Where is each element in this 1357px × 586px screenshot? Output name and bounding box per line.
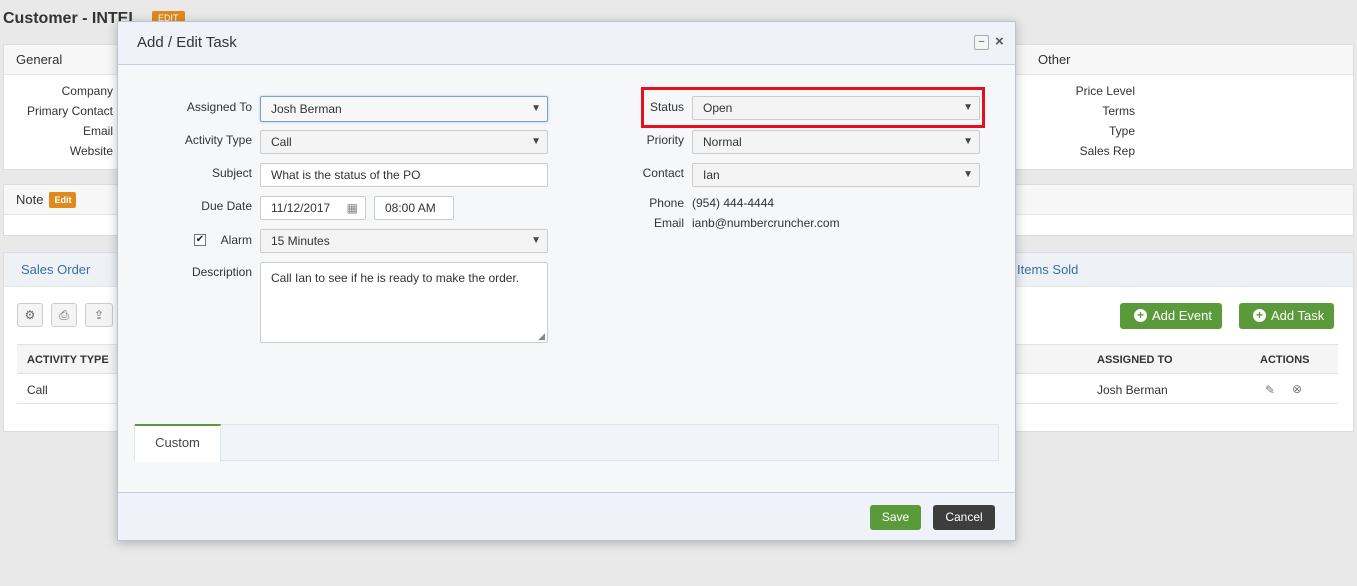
chevron-down-icon: ▼ <box>963 169 973 180</box>
description-value: Call Ian to see if he is ready to make t… <box>271 271 520 285</box>
resize-handle-icon[interactable]: ◢ <box>538 331 545 342</box>
primary-contact-label: Primary Contact <box>26 104 113 118</box>
general-labels: Company Primary Contact Email Website <box>3 81 113 161</box>
email-label: Email <box>82 124 113 138</box>
row-divider <box>1015 403 1338 404</box>
price-level-label: Price Level <box>1075 84 1135 98</box>
cancel-button[interactable]: Cancel <box>933 505 995 530</box>
save-button[interactable]: Save <box>870 505 921 530</box>
terms-label: Terms <box>1102 104 1135 118</box>
tab-sales-order[interactable]: Sales Order <box>4 253 117 287</box>
plus-circle-icon: + <box>1134 309 1147 322</box>
col-activity-type[interactable]: ACTIVITY TYPE <box>27 354 109 366</box>
chevron-down-icon: ▼ <box>531 103 541 114</box>
due-date-input[interactable]: 11/12/2017 ▦ <box>260 196 366 220</box>
modal-body: Assigned To Josh Berman ▼ Activity Type … <box>118 65 1015 492</box>
close-icon[interactable]: × <box>995 33 1004 50</box>
col-actions[interactable]: ACTIONS <box>1260 345 1310 375</box>
activity-type-label: Activity Type <box>184 133 252 147</box>
alarm-select[interactable]: 15 Minutes ▼ <box>260 229 548 253</box>
due-time-value: 08:00 AM <box>385 201 436 215</box>
description-textarea[interactable]: Call Ian to see if he is ready to make t… <box>260 262 548 343</box>
due-date-value: 11/12/2017 <box>271 201 331 215</box>
modal-header: Add / Edit Task – × <box>118 22 1015 65</box>
edit-icon[interactable]: ✎ <box>1265 383 1275 397</box>
phone-value: (954) 444-4444 <box>692 196 775 210</box>
alarm-checkbox[interactable]: ✔ <box>194 234 206 246</box>
email-value: ianb@numbercruncher.com <box>692 216 840 230</box>
status-highlight-box <box>641 87 985 128</box>
subject-value: What is the status of the PO <box>271 168 421 182</box>
minimize-button[interactable]: – <box>974 35 989 50</box>
add-edit-task-modal: Add / Edit Task – × Assigned To Josh Ber… <box>117 21 1016 541</box>
plus-circle-icon: + <box>1253 309 1266 322</box>
add-task-button[interactable]: + Add Task <box>1239 303 1335 329</box>
sales-rep-label: Sales Rep <box>1079 144 1135 158</box>
alarm-label: Alarm <box>220 233 252 247</box>
priority-label: Priority <box>646 133 684 147</box>
general-heading: General <box>4 45 117 75</box>
export-button[interactable]: ⇪ <box>85 303 113 327</box>
contact-label: Contact <box>642 166 684 180</box>
chevron-down-icon: ▼ <box>963 136 973 147</box>
row-activity-type: Call <box>27 383 48 397</box>
calendar-icon[interactable]: ▦ <box>347 197 358 219</box>
other-labels: Price Level Terms Type Sales Rep <box>1030 81 1135 161</box>
chevron-down-icon: ▼ <box>531 136 541 147</box>
note-heading-label: Note <box>16 192 44 207</box>
alarm-value: 15 Minutes <box>271 234 330 248</box>
note-heading: Note Edit <box>4 185 117 215</box>
tab-items-sold[interactable]: Items Sold <box>1016 253 1353 287</box>
assigned-to-label: Assigned To <box>186 100 252 114</box>
activity-panel-left: Sales Order <box>3 252 118 432</box>
row-divider-left <box>17 403 118 404</box>
delete-icon[interactable]: ⊗ <box>1292 382 1302 396</box>
table-header-left: ACTIVITY TYPE <box>17 344 118 374</box>
print-button[interactable]: ⎙ <box>51 303 77 327</box>
priority-select[interactable]: Normal ▼ <box>692 130 980 154</box>
assigned-to-select[interactable]: Josh Berman ▼ <box>260 96 548 122</box>
contact-select[interactable]: Ian ▼ <box>692 163 980 187</box>
table-header-right: ASSIGNED TO ACTIONS <box>1015 344 1338 374</box>
priority-value: Normal <box>703 135 742 149</box>
col-assigned-to[interactable]: ASSIGNED TO <box>1097 345 1173 375</box>
print-icon: ⎙ <box>59 308 69 322</box>
assigned-to-value: Josh Berman <box>271 102 342 116</box>
contact-value: Ian <box>703 168 720 182</box>
subject-label: Subject <box>211 166 252 180</box>
settings-button[interactable]: ⚙ <box>17 303 43 327</box>
due-date-label: Due Date <box>201 199 252 213</box>
gear-icon: ⚙ <box>24 308 36 322</box>
add-task-label: Add Task <box>1271 308 1325 323</box>
modal-title: Add / Edit Task <box>137 34 237 51</box>
note-heading-right-strip <box>1016 185 1353 215</box>
modal-footer: Save Cancel <box>118 492 1015 540</box>
due-time-input[interactable]: 08:00 AM <box>374 196 454 220</box>
row-assigned-to: Josh Berman <box>1097 383 1168 397</box>
note-panel: Note Edit <box>3 184 118 236</box>
add-event-button[interactable]: + Add Event <box>1120 303 1222 329</box>
activity-panel-right: Items Sold <box>1015 252 1354 432</box>
phone-label: Phone <box>649 196 684 210</box>
description-label: Description <box>191 265 252 279</box>
email-label-modal: Email <box>653 216 684 230</box>
export-icon: ⇪ <box>93 308 105 322</box>
other-heading: Other <box>1016 45 1353 75</box>
custom-tab-bar: Custom <box>134 424 999 462</box>
activity-type-select[interactable]: Call ▼ <box>260 130 548 154</box>
note-panel-right <box>1015 184 1354 236</box>
subject-input[interactable]: What is the status of the PO <box>260 163 548 187</box>
activity-type-value: Call <box>271 135 292 149</box>
website-label: Website <box>69 144 113 158</box>
chevron-down-icon: ▼ <box>531 235 541 246</box>
add-event-label: Add Event <box>1152 308 1212 323</box>
type-label: Type <box>1108 124 1135 138</box>
tab-custom[interactable]: Custom <box>135 424 221 462</box>
company-label: Company <box>61 84 113 98</box>
note-edit-badge[interactable]: Edit <box>49 192 77 208</box>
